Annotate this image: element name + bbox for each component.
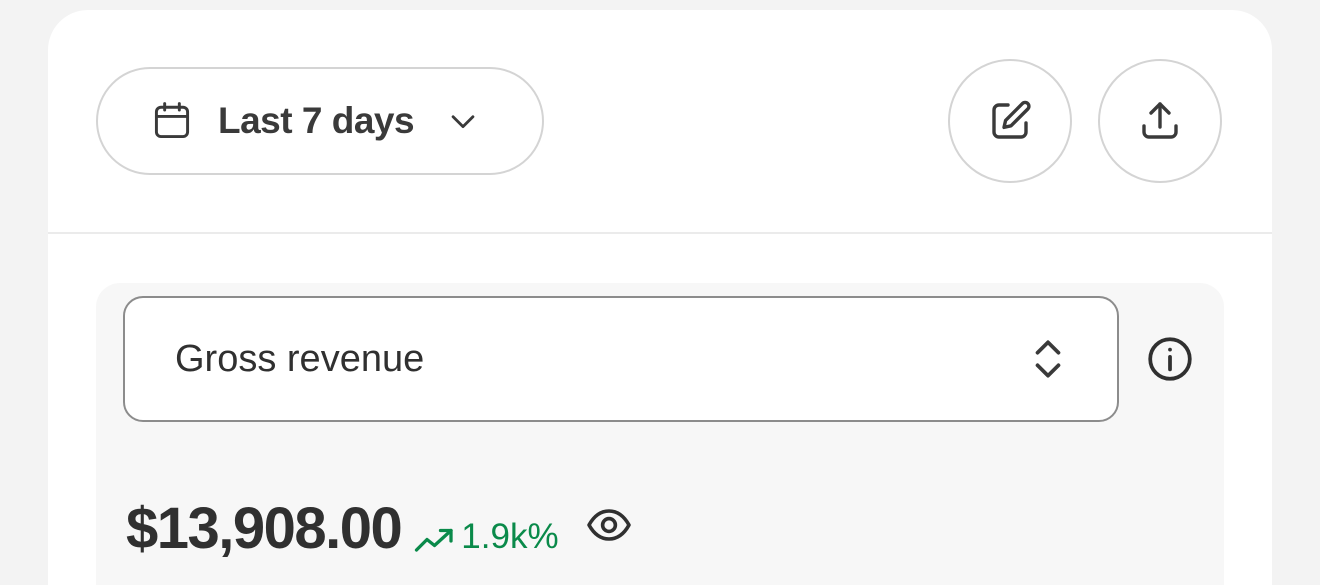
info-icon	[1145, 334, 1195, 384]
chevron-down-icon	[446, 104, 480, 138]
calendar-icon	[150, 99, 194, 143]
export-button[interactable]	[1098, 59, 1222, 183]
metric-select-value: Gross revenue	[175, 337, 425, 380]
trend-up-icon	[413, 526, 459, 556]
upload-icon	[1136, 97, 1184, 145]
metric-change: 1.9k%	[413, 517, 559, 557]
card-header: Last 7 days	[48, 10, 1272, 232]
edit-icon	[986, 97, 1034, 145]
analytics-card: Last 7 days Gross revenue $13,908.00 1.9…	[48, 10, 1272, 585]
eye-icon[interactable]	[585, 505, 633, 545]
metric-panel: Gross revenue $13,908.00 1.9k%	[96, 283, 1224, 585]
metric-change-value: 1.9k%	[461, 517, 559, 556]
info-button[interactable]	[1144, 333, 1196, 385]
chevron-up-down-icon	[1031, 336, 1065, 382]
metric-select[interactable]: Gross revenue	[123, 296, 1119, 422]
date-range-button[interactable]: Last 7 days	[96, 67, 544, 175]
metric-value-row: $13,908.00 1.9k%	[126, 495, 633, 562]
date-range-label: Last 7 days	[218, 100, 415, 141]
header-divider	[48, 232, 1272, 234]
metric-value: $13,908.00	[126, 496, 403, 561]
edit-button[interactable]	[948, 59, 1072, 183]
